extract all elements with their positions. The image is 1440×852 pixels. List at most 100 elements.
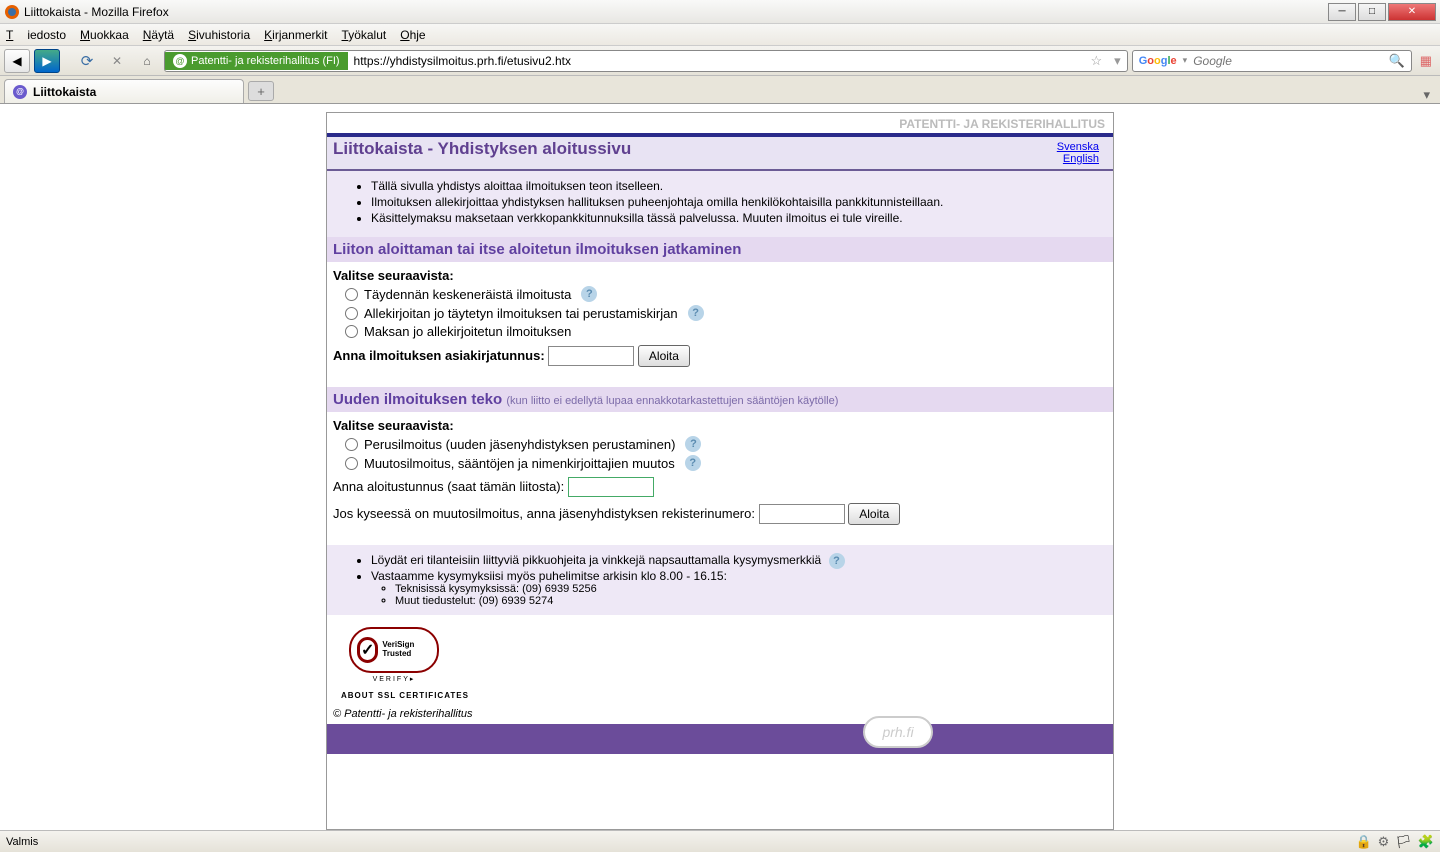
menu-bar: Tiedosto Muokkaa Näytä Sivuhistoria Kirj…	[0, 24, 1440, 46]
prh-logo: prh.fi	[863, 716, 933, 748]
window-titlebar: Liittokaista - Mozilla Firefox ─ □ ✕	[0, 0, 1440, 24]
lang-link-english[interactable]: English	[1057, 153, 1099, 165]
about-ssl-link[interactable]: ABOUT SSL CERTIFICATES	[341, 691, 1105, 700]
other-contact: Muut tiedustelut: (09) 6939 5274	[395, 595, 1105, 607]
maximize-button[interactable]: □	[1358, 3, 1386, 21]
tab-title: Liittokaista	[33, 85, 96, 99]
addon-icon[interactable]: ⚙	[1378, 834, 1390, 850]
help-icon[interactable]: ?	[685, 455, 701, 471]
choose-label: Valitse seuraavista:	[333, 268, 1107, 283]
help-icon[interactable]: ?	[581, 286, 597, 302]
verisign-label: VeriSign Trusted	[382, 641, 431, 659]
search-dropdown-icon[interactable]: ▾	[1183, 55, 1188, 66]
choose-label-2: Valitse seuraavista:	[333, 418, 1107, 433]
verisign-block: ✓ VeriSign Trusted VERIFY▸ ABOUT SSL CER…	[327, 615, 1113, 704]
help-icon[interactable]: ?	[829, 553, 845, 569]
radio-label: Maksan jo allekirjoitetun ilmoituksen	[364, 324, 571, 339]
url-bar[interactable]: @ Patentti- ja rekisterihallitus (FI) ht…	[164, 50, 1128, 72]
section2-body: Valitse seuraavista: Perusilmoitus (uude…	[327, 412, 1113, 545]
tip-text: Löydät eri tilanteisiin liittyviä pikkuo…	[371, 553, 821, 567]
flag-icon[interactable]: 🏳	[1395, 834, 1412, 850]
help-icon[interactable]: ?	[688, 305, 704, 321]
radio-change[interactable]	[345, 457, 358, 470]
favicon-icon: @	[173, 54, 187, 68]
menu-file[interactable]: Tiedosto	[6, 28, 66, 42]
firefox-icon	[4, 4, 20, 20]
window-title: Liittokaista - Mozilla Firefox	[24, 5, 1328, 19]
radio-new-basic[interactable]	[345, 438, 358, 451]
start-button-1[interactable]: Aloita	[638, 345, 690, 367]
navigation-toolbar: ◀ ▶ ⟳ ✕ ⌂ @ Patentti- ja rekisterihallit…	[0, 46, 1440, 76]
google-icon: Google	[1139, 55, 1177, 67]
menu-tools[interactable]: Työkalut	[342, 28, 387, 42]
doc-id-label: Anna ilmoituksen asiakirjatunnus:	[333, 348, 545, 363]
intro-item: Ilmoituksen allekirjoittaa yhdistyksen h…	[371, 195, 1105, 209]
identity-label: Patentti- ja rekisterihallitus (FI)	[191, 55, 340, 67]
menu-bookmarks[interactable]: Kirjanmerkit	[264, 28, 327, 42]
section2-title: Uuden ilmoituksen teko	[333, 391, 502, 408]
menu-history[interactable]: Sivuhistoria	[188, 28, 250, 42]
menu-help[interactable]: Ohje	[400, 28, 425, 42]
footer-bar: prh.fi	[327, 724, 1113, 754]
search-icon[interactable]: 🔍	[1389, 53, 1405, 69]
reload-button[interactable]: ⟳	[74, 49, 100, 73]
new-tab-button[interactable]: +	[248, 81, 274, 101]
verify-label: VERIFY▸	[335, 675, 453, 683]
radio-sign[interactable]	[345, 307, 358, 320]
page-title: Liittokaista - Yhdistyksen aloitussivu	[333, 139, 1049, 165]
tab-active[interactable]: @ Liittokaista	[4, 79, 244, 103]
search-input[interactable]	[1193, 54, 1382, 68]
tab-bar: @ Liittokaista + ▾	[0, 76, 1440, 104]
brand-header: PATENTTI- JA REKISTERIHALLITUS	[327, 113, 1113, 137]
verisign-badge[interactable]: ✓ VeriSign Trusted	[349, 627, 439, 673]
page-title-row: Liittokaista - Yhdistyksen aloitussivu S…	[327, 137, 1113, 171]
forward-button[interactable]: ▶	[34, 49, 60, 73]
intro-item: Käsittelymaksu maksetaan verkkopankkitun…	[371, 211, 1105, 225]
dropdown-icon[interactable]: ▾	[1108, 53, 1127, 69]
radio-label: Muutosilmoitus, sääntöjen ja nimenkirjoi…	[364, 456, 675, 471]
tab-favicon-icon: @	[13, 85, 27, 99]
menu-edit[interactable]: Muokkaa	[80, 28, 129, 42]
search-box[interactable]: Google ▾ 🔍	[1132, 50, 1412, 72]
reg-number-label: Jos kyseessä on muutosilmoitus, anna jäs…	[333, 506, 755, 521]
lang-link-svenska[interactable]: Svenska	[1057, 141, 1099, 153]
radio-complete[interactable]	[345, 288, 358, 301]
intro-block: Tällä sivulla yhdistys aloittaa ilmoituk…	[327, 171, 1113, 237]
site-identity[interactable]: @ Patentti- ja rekisterihallitus (FI)	[165, 52, 348, 70]
start-code-label: Anna aloitustunnus (saat tämän liitosta)…	[333, 479, 564, 494]
tab-list-button[interactable]: ▾	[1417, 87, 1436, 103]
close-button[interactable]: ✕	[1388, 3, 1436, 21]
start-button-2[interactable]: Aloita	[848, 503, 900, 525]
page-content: PATENTTI- JA REKISTERIHALLITUS Liittokai…	[326, 112, 1114, 830]
tech-contact: Teknisissä kysymyksissä: (09) 6939 5256	[395, 583, 1105, 595]
doc-id-input[interactable]	[548, 346, 634, 366]
lock-icon: 🔒	[1355, 834, 1371, 850]
start-code-input[interactable]	[568, 477, 654, 497]
status-bar: Valmis 🔒 ⚙ 🏳 🧩	[0, 830, 1440, 852]
reg-number-input[interactable]	[759, 504, 845, 524]
section1-header: Liiton aloittaman tai itse aloitetun ilm…	[327, 237, 1113, 262]
minimize-button[interactable]: ─	[1328, 3, 1356, 21]
menu-view[interactable]: Näytä	[143, 28, 174, 42]
radio-label: Allekirjoitan jo täytetyn ilmoituksen ta…	[364, 306, 678, 321]
radio-pay[interactable]	[345, 325, 358, 338]
intro-item: Tällä sivulla yhdistys aloittaa ilmoituk…	[371, 179, 1105, 193]
stop-button[interactable]: ✕	[104, 49, 130, 73]
checkmark-icon: ✓	[357, 637, 378, 663]
copyright: © Patentti- ja rekisterihallitus	[327, 704, 1113, 724]
section1-body: Valitse seuraavista: Täydennän keskenerä…	[327, 262, 1113, 387]
status-text: Valmis	[6, 836, 38, 848]
back-button[interactable]: ◀	[4, 49, 30, 73]
radio-label: Perusilmoitus (uuden jäsenyhdistyksen pe…	[364, 437, 675, 452]
radio-label: Täydennän keskeneräistä ilmoitusta	[364, 287, 571, 302]
feed-icon[interactable]: ▦	[1416, 53, 1436, 69]
content-viewport: PATENTTI- JA REKISTERIHALLITUS Liittokai…	[0, 104, 1440, 830]
footer-info: Löydät eri tilanteisiin liittyviä pikkuo…	[327, 545, 1113, 615]
help-icon[interactable]: ?	[685, 436, 701, 452]
phone-text: Vastaamme kysymyksiisi myös puhelimitse …	[371, 569, 1105, 583]
extension-icon[interactable]: 🧩	[1418, 834, 1434, 850]
bookmark-star-icon[interactable]: ☆	[1085, 53, 1109, 69]
section2-subtitle: (kun liitto ei edellytä lupaa ennakkotar…	[506, 395, 838, 407]
url-text[interactable]: https://yhdistysilmoitus.prh.fi/etusivu2…	[348, 54, 1085, 68]
home-button[interactable]: ⌂	[134, 49, 160, 73]
